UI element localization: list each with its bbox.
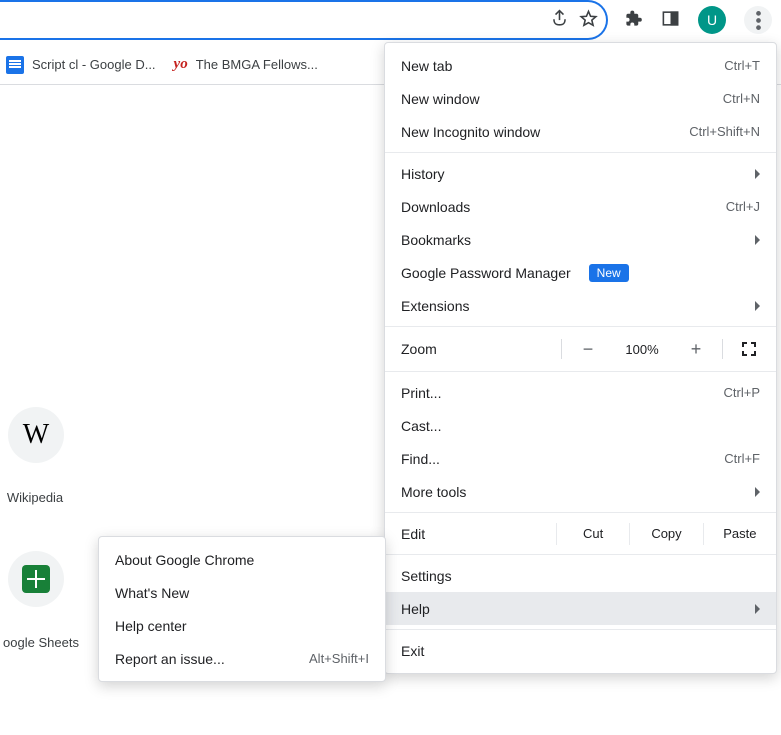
menu-shortcut: Ctrl+N	[723, 91, 760, 106]
menu-separator	[385, 326, 776, 327]
chevron-right-icon	[755, 235, 760, 245]
menu-separator	[385, 512, 776, 513]
cut-button[interactable]: Cut	[556, 523, 629, 545]
menu-label: Zoom	[401, 341, 561, 357]
menu-more-tools[interactable]: More tools	[385, 475, 776, 508]
menu-label: Settings	[401, 568, 452, 584]
paste-button[interactable]: Paste	[703, 523, 776, 545]
menu-password-manager[interactable]: Google Password Manager New	[385, 256, 776, 289]
menu-label: New window	[401, 91, 480, 107]
wikipedia-icon: W	[23, 419, 49, 451]
shortcut-tile-sheets[interactable]	[8, 551, 64, 607]
docs-icon	[6, 56, 24, 74]
menu-label: More tools	[401, 484, 466, 500]
menu-label: Help	[401, 601, 430, 617]
avatar[interactable]: U	[698, 6, 726, 34]
shortcut-label: oogle Sheets	[0, 635, 82, 650]
menu-downloads[interactable]: Downloads Ctrl+J	[385, 190, 776, 223]
menu-label: Exit	[401, 643, 424, 659]
menu-label: What's New	[115, 585, 189, 601]
menu-label: History	[401, 166, 445, 182]
help-whats-new[interactable]: What's New	[99, 576, 385, 609]
help-about[interactable]: About Google Chrome	[99, 543, 385, 576]
star-icon[interactable]	[579, 9, 598, 31]
menu-label: About Google Chrome	[115, 552, 254, 568]
help-center[interactable]: Help center	[99, 609, 385, 642]
chevron-right-icon	[755, 301, 760, 311]
menu-label: New tab	[401, 58, 452, 74]
menu-find[interactable]: Find... Ctrl+F	[385, 442, 776, 475]
menu-incognito[interactable]: New Incognito window Ctrl+Shift+N	[385, 115, 776, 148]
bookmark-label: The BMGA Fellows...	[196, 57, 318, 72]
menu-separator	[385, 554, 776, 555]
sheets-icon	[22, 565, 50, 593]
menu-label: Edit	[401, 526, 556, 542]
shortcut-tile-wikipedia[interactable]: W	[8, 407, 64, 463]
vertical-separator	[722, 339, 723, 359]
toolbar-right: U	[614, 0, 772, 40]
yo-icon: yo	[174, 56, 188, 73]
help-submenu: About Google Chrome What's New Help cent…	[98, 536, 386, 682]
menu-separator	[385, 371, 776, 372]
fullscreen-icon[interactable]	[742, 342, 756, 356]
help-report-issue[interactable]: Report an issue... Alt+Shift+I	[99, 642, 385, 675]
menu-bookmarks[interactable]: Bookmarks	[385, 223, 776, 256]
menu-shortcut: Alt+Shift+I	[309, 651, 369, 666]
share-icon[interactable]	[550, 9, 569, 31]
menu-edit: Edit Cut Copy Paste	[385, 517, 776, 550]
url-bar[interactable]	[0, 0, 608, 40]
zoom-value: 100%	[614, 342, 670, 357]
extensions-icon[interactable]	[624, 9, 643, 31]
menu-extensions[interactable]: Extensions	[385, 289, 776, 322]
bookmark-item[interactable]: yo The BMGA Fellows...	[174, 56, 318, 73]
menu-label: Help center	[115, 618, 187, 634]
chevron-right-icon	[755, 604, 760, 614]
chevron-right-icon	[755, 487, 760, 497]
menu-history[interactable]: History	[385, 157, 776, 190]
menu-settings[interactable]: Settings	[385, 559, 776, 592]
menu-shortcut: Ctrl+J	[726, 199, 760, 214]
menu-new-window[interactable]: New window Ctrl+N	[385, 82, 776, 115]
zoom-in-button[interactable]: +	[670, 339, 722, 360]
menu-label: New Incognito window	[401, 124, 540, 140]
menu-exit[interactable]: Exit	[385, 634, 776, 667]
more-button[interactable]	[744, 6, 772, 34]
menu-label: Find...	[401, 451, 440, 467]
menu-label: Downloads	[401, 199, 470, 215]
menu-separator	[385, 629, 776, 630]
menu-shortcut: Ctrl+P	[724, 385, 760, 400]
menu-label: Cast...	[401, 418, 441, 434]
chevron-right-icon	[755, 169, 760, 179]
menu-shortcut: Ctrl+Shift+N	[689, 124, 760, 139]
bookmark-label: Script cl - Google D...	[32, 57, 156, 72]
zoom-out-button[interactable]: −	[562, 339, 614, 360]
menu-label: Report an issue...	[115, 651, 225, 667]
menu-shortcut: Ctrl+F	[724, 451, 760, 466]
avatar-letter: U	[707, 12, 717, 28]
menu-label: Bookmarks	[401, 232, 471, 248]
panel-icon[interactable]	[661, 9, 680, 31]
menu-print[interactable]: Print... Ctrl+P	[385, 376, 776, 409]
shortcut-label: Wikipedia	[0, 490, 70, 505]
menu-zoom: Zoom − 100% +	[385, 331, 776, 367]
menu-shortcut: Ctrl+T	[724, 58, 760, 73]
menu-label: Google Password Manager	[401, 265, 571, 281]
copy-button[interactable]: Copy	[629, 523, 702, 545]
menu-separator	[385, 152, 776, 153]
chrome-menu: New tab Ctrl+T New window Ctrl+N New Inc…	[384, 42, 777, 674]
menu-new-tab[interactable]: New tab Ctrl+T	[385, 49, 776, 82]
menu-help[interactable]: Help	[385, 592, 776, 625]
menu-label: Print...	[401, 385, 441, 401]
new-badge: New	[589, 264, 629, 282]
menu-cast[interactable]: Cast...	[385, 409, 776, 442]
bookmark-item[interactable]: Script cl - Google D...	[6, 56, 156, 74]
menu-label: Extensions	[401, 298, 469, 314]
